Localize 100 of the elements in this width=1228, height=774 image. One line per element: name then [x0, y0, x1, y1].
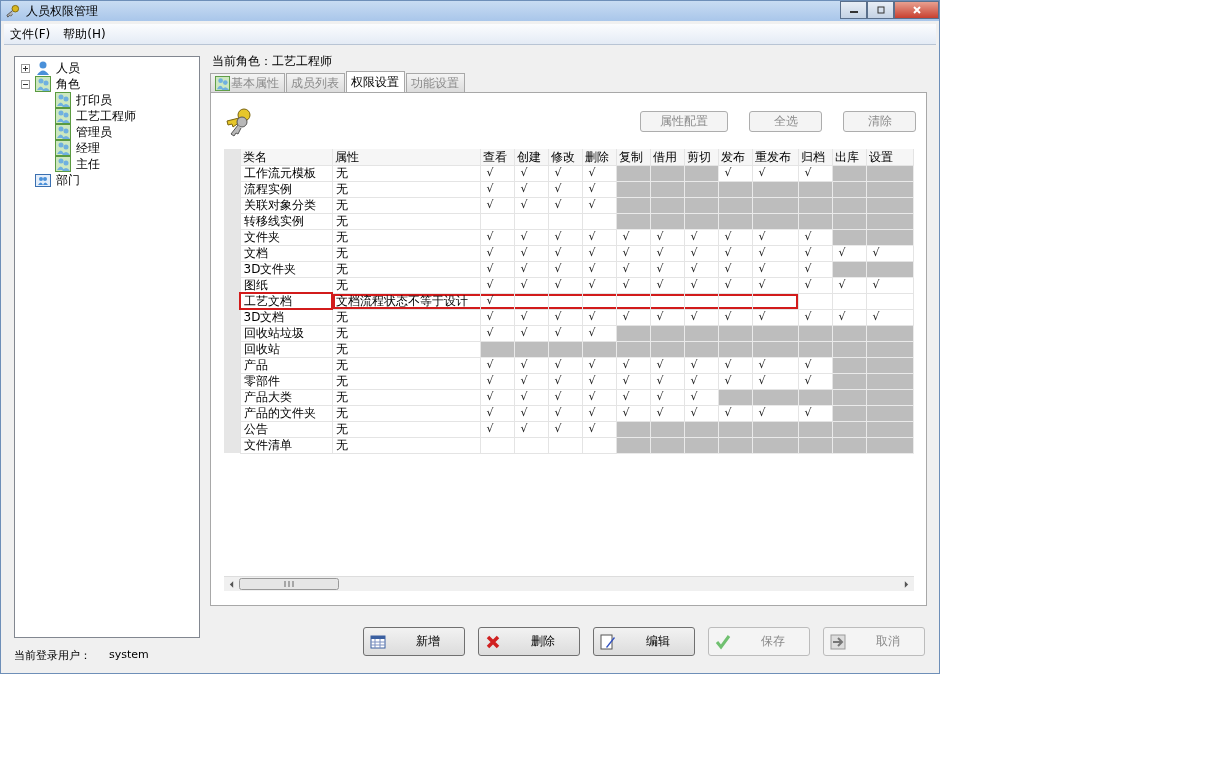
check-mark[interactable]: √ — [650, 261, 684, 277]
check-mark[interactable]: √ — [718, 229, 752, 245]
check-mark[interactable]: √ — [650, 245, 684, 261]
empty-cell[interactable] — [866, 293, 914, 309]
action-button[interactable]: 删除 — [478, 627, 580, 656]
empty-cell[interactable] — [650, 293, 684, 309]
check-mark[interactable]: √ — [866, 245, 914, 261]
check-mark[interactable]: √ — [480, 197, 514, 213]
check-mark[interactable]: √ — [650, 309, 684, 325]
check-mark[interactable]: √ — [684, 309, 718, 325]
check-mark[interactable]: √ — [480, 405, 514, 421]
check-mark[interactable]: √ — [616, 405, 650, 421]
check-mark[interactable]: √ — [548, 373, 582, 389]
check-mark[interactable]: √ — [548, 421, 582, 437]
check-mark[interactable]: √ — [548, 277, 582, 293]
check-mark[interactable]: √ — [684, 389, 718, 405]
check-mark[interactable]: √ — [582, 261, 616, 277]
close-button[interactable] — [894, 1, 939, 19]
check-mark[interactable]: √ — [480, 309, 514, 325]
check-mark[interactable]: √ — [480, 165, 514, 181]
check-mark[interactable]: √ — [514, 165, 548, 181]
tree-item[interactable]: 人员 — [54, 61, 82, 75]
menu-item[interactable]: 帮助(H) — [63, 25, 106, 43]
check-mark[interactable]: √ — [866, 277, 914, 293]
check-mark[interactable]: √ — [548, 325, 582, 341]
empty-cell[interactable] — [616, 293, 650, 309]
check-mark[interactable]: √ — [832, 245, 866, 261]
check-mark[interactable]: √ — [718, 245, 752, 261]
check-mark[interactable]: √ — [582, 421, 616, 437]
check-mark[interactable]: √ — [650, 373, 684, 389]
check-mark[interactable]: √ — [514, 421, 548, 437]
check-mark[interactable]: √ — [684, 229, 718, 245]
check-mark[interactable]: √ — [480, 261, 514, 277]
check-mark[interactable]: √ — [752, 373, 798, 389]
check-mark[interactable]: √ — [650, 229, 684, 245]
check-mark[interactable]: √ — [684, 373, 718, 389]
check-mark[interactable]: √ — [548, 245, 582, 261]
check-mark[interactable]: √ — [582, 197, 616, 213]
check-mark[interactable]: √ — [582, 309, 616, 325]
check-mark[interactable]: √ — [616, 229, 650, 245]
check-mark[interactable]: √ — [548, 197, 582, 213]
empty-cell[interactable] — [514, 437, 548, 453]
check-mark[interactable]: √ — [582, 277, 616, 293]
check-mark[interactable]: √ — [480, 245, 514, 261]
check-mark[interactable]: √ — [548, 309, 582, 325]
empty-cell[interactable] — [480, 213, 514, 229]
action-button[interactable]: 编辑 — [593, 627, 695, 656]
check-mark[interactable]: √ — [514, 277, 548, 293]
check-mark[interactable]: √ — [548, 165, 582, 181]
check-mark[interactable]: √ — [514, 261, 548, 277]
empty-cell[interactable] — [514, 293, 548, 309]
check-mark[interactable]: √ — [480, 389, 514, 405]
expander-icon[interactable] — [21, 63, 30, 73]
check-mark[interactable]: √ — [798, 373, 832, 389]
tree-item[interactable]: 角色 — [54, 77, 82, 91]
tree-item[interactable]: 工艺工程师 — [74, 109, 138, 123]
check-mark[interactable]: √ — [798, 309, 832, 325]
action-button[interactable]: 新增 — [363, 627, 465, 656]
check-mark[interactable]: √ — [480, 325, 514, 341]
empty-cell[interactable] — [718, 293, 752, 309]
check-mark[interactable]: √ — [718, 277, 752, 293]
check-mark[interactable]: √ — [752, 405, 798, 421]
check-mark[interactable]: √ — [582, 373, 616, 389]
check-mark[interactable]: √ — [514, 245, 548, 261]
check-mark[interactable]: √ — [616, 277, 650, 293]
check-mark[interactable]: √ — [582, 181, 616, 197]
maximize-button[interactable] — [867, 1, 894, 19]
scroll-left-icon[interactable] — [229, 580, 234, 588]
check-mark[interactable]: √ — [480, 373, 514, 389]
empty-cell[interactable] — [548, 293, 582, 309]
check-mark[interactable]: √ — [616, 245, 650, 261]
check-mark[interactable]: √ — [480, 293, 514, 309]
check-mark[interactable]: √ — [616, 261, 650, 277]
tree-item[interactable]: 打印员 — [74, 93, 114, 107]
check-mark[interactable]: √ — [582, 357, 616, 373]
check-mark[interactable]: √ — [798, 229, 832, 245]
check-mark[interactable]: √ — [514, 181, 548, 197]
check-mark[interactable]: √ — [514, 389, 548, 405]
check-mark[interactable]: √ — [548, 389, 582, 405]
check-mark[interactable]: √ — [582, 325, 616, 341]
check-mark[interactable]: √ — [480, 357, 514, 373]
check-mark[interactable]: √ — [684, 405, 718, 421]
empty-cell[interactable] — [548, 213, 582, 229]
check-mark[interactable]: √ — [752, 165, 798, 181]
check-mark[interactable]: √ — [832, 277, 866, 293]
check-mark[interactable]: √ — [616, 357, 650, 373]
check-mark[interactable]: √ — [480, 421, 514, 437]
check-mark[interactable]: √ — [752, 229, 798, 245]
check-mark[interactable]: √ — [752, 261, 798, 277]
check-mark[interactable]: √ — [548, 405, 582, 421]
empty-cell[interactable] — [480, 437, 514, 453]
check-mark[interactable]: √ — [752, 309, 798, 325]
check-mark[interactable]: √ — [514, 309, 548, 325]
check-mark[interactable]: √ — [548, 357, 582, 373]
check-mark[interactable]: √ — [514, 405, 548, 421]
empty-cell[interactable] — [752, 293, 798, 309]
check-mark[interactable]: √ — [798, 405, 832, 421]
check-mark[interactable]: √ — [684, 357, 718, 373]
check-mark[interactable]: √ — [650, 277, 684, 293]
check-mark[interactable]: √ — [480, 277, 514, 293]
